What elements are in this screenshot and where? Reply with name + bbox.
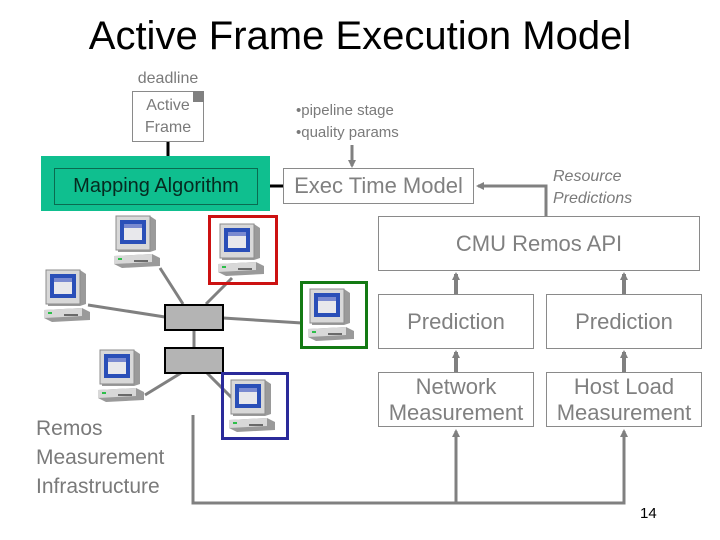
arrow-infra-to-host <box>456 429 628 505</box>
computer-icon[interactable] <box>227 378 279 434</box>
network-switch <box>164 347 224 374</box>
remos-api-box: CMU Remos API <box>378 216 700 271</box>
deadline-label: deadline <box>137 70 199 87</box>
network-measurement-box: Network Measurement <box>378 372 534 427</box>
resource-predictions-line1: Resource <box>553 168 622 185</box>
computer-icon[interactable] <box>112 214 164 270</box>
network-prediction-box: Prediction <box>378 294 534 349</box>
arrow-api-to-exec <box>476 182 548 216</box>
net-link <box>144 371 182 397</box>
infrastructure-label-line3: Infrastructure <box>36 475 160 498</box>
active-frame-line2: Frame <box>144 118 192 136</box>
net-link <box>222 316 303 325</box>
page-title: Active Frame Execution Model <box>88 14 632 58</box>
computer-icon[interactable] <box>306 287 358 343</box>
resource-predictions-label: Resource Predictions <box>553 166 632 210</box>
computer-icon[interactable] <box>42 268 94 324</box>
active-frame-line1: Active <box>146 96 190 114</box>
net-link <box>87 303 166 319</box>
infrastructure-label-line2: Measurement <box>36 446 165 469</box>
page-number: 14 <box>640 505 657 522</box>
exec-input-item: •quality params <box>296 124 399 141</box>
network-switch <box>164 304 224 331</box>
host-load-measurement-line2: Measurement <box>556 399 692 425</box>
computer-icon[interactable] <box>216 222 268 278</box>
network-measurement-line2: Measurement <box>388 399 524 425</box>
host-load-measurement-line1: Host Load <box>573 373 675 399</box>
net-link <box>158 267 185 305</box>
computer-icon[interactable] <box>96 348 148 404</box>
network-measurement-line1: Network <box>415 373 497 399</box>
host-load-measurement-box: Host Load Measurement <box>546 372 702 427</box>
deadline-corner-marker <box>193 91 204 102</box>
exec-input-item: •pipeline stage <box>296 102 394 119</box>
exec-inputs-list: •pipeline stage •quality params <box>296 100 399 144</box>
infrastructure-label-line1: Remos <box>36 417 103 440</box>
mapping-algorithm-box: Mapping Algorithm <box>54 168 258 205</box>
hostload-prediction-box: Prediction <box>546 294 702 349</box>
exec-time-model-box: Exec Time Model <box>283 168 474 204</box>
infrastructure-label: Remos Measurement Infrastructure <box>36 414 164 501</box>
resource-predictions-line2: Predictions <box>553 190 633 207</box>
